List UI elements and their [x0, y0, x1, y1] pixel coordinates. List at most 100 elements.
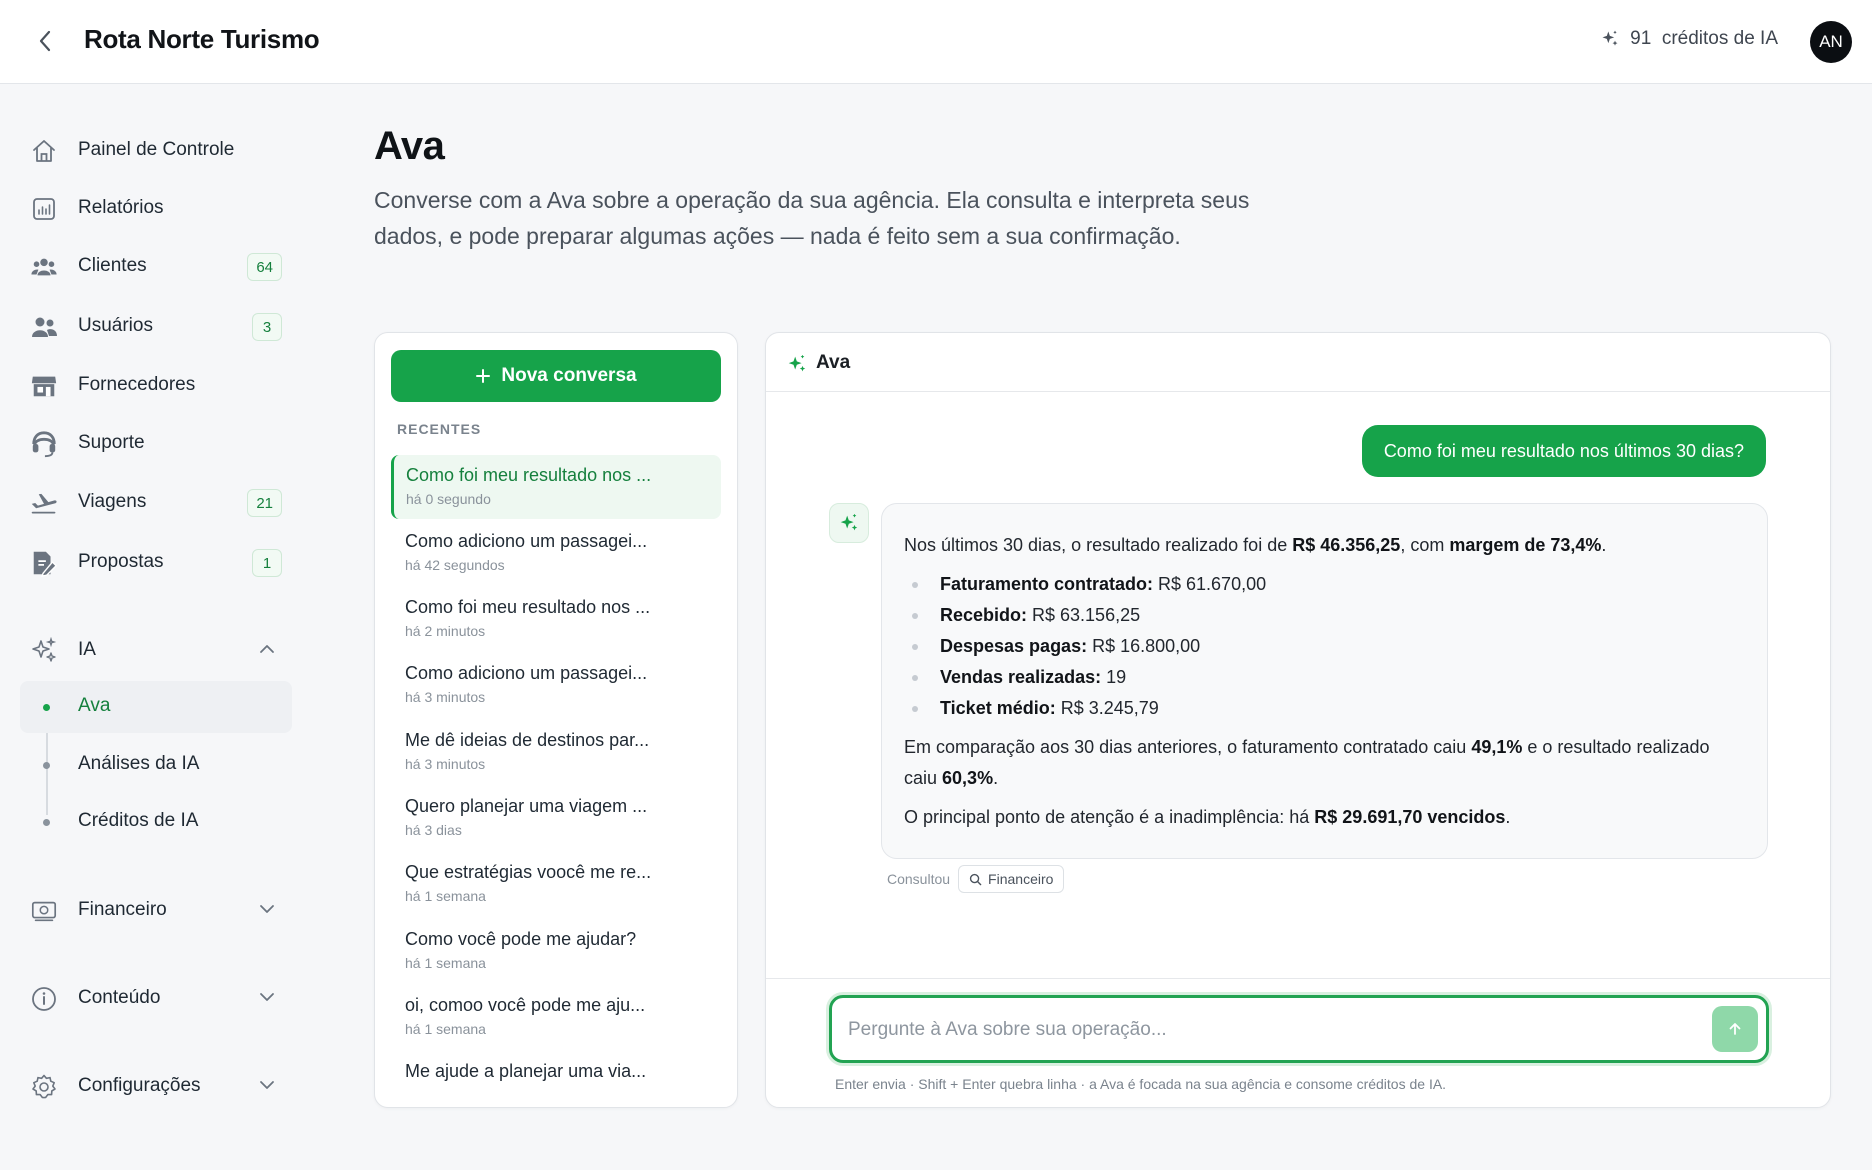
assistant-avatar	[829, 503, 869, 543]
sidebar-group-financial[interactable]: Financeiro	[20, 885, 292, 935]
chevron-down-icon	[258, 900, 276, 923]
chat-header-title: Ava	[816, 352, 851, 373]
sidebar-item-label: Suporte	[78, 432, 145, 453]
conversation-item[interactable]: Como você pode me ajudar? há 1 semana	[391, 919, 721, 983]
sidebar-item-suppliers[interactable]: Fornecedores	[20, 360, 292, 410]
conversation-title: Como adiciono um passagei...	[405, 663, 648, 683]
consulted-sources: Consultou Financeiro	[887, 865, 1065, 893]
reply-attention: O principal ponto de atenção é a inadimp…	[904, 802, 1745, 833]
metric-label: Vendas realizadas:	[940, 667, 1102, 687]
count-badge: 3	[252, 313, 282, 341]
sidebar-subitem-ai-analyses[interactable]: Análises da IA	[20, 739, 292, 791]
list-item: Faturamento contratado: R$ 61.670,00	[904, 569, 1745, 600]
sidebar-item-clients[interactable]: Clientes 64	[20, 241, 292, 291]
chat-composer: Enter envia · Shift + Enter quebra linha…	[766, 978, 1830, 1107]
plus-icon	[476, 369, 491, 383]
back-button[interactable]	[30, 26, 60, 56]
sidebar-group-label: Configurações	[78, 1075, 201, 1096]
page-title: Ava	[374, 124, 445, 168]
conversation-title: Que estratégias voocê me re...	[405, 862, 652, 882]
reply-comparison: Em comparação aos 30 dias anteriores, o …	[904, 732, 1745, 794]
sidebar-item-reports[interactable]: Relatórios	[20, 183, 292, 233]
sidebar-group-content[interactable]: Conteúdo	[20, 973, 292, 1023]
sparkles-icon	[786, 353, 808, 380]
ai-credits-indicator[interactable]: 91 créditos de IA	[1600, 28, 1778, 50]
list-item: Vendas realizadas: 19	[904, 662, 1745, 693]
money-icon	[30, 897, 58, 925]
sidebar-group-ia[interactable]: IA	[20, 625, 292, 675]
send-button[interactable]	[1712, 1006, 1758, 1052]
conversation-title: Quero planejar uma viagem ...	[405, 796, 648, 816]
conversation-title: Como adiciono um passagei...	[405, 531, 648, 551]
conversation-item[interactable]: Me dê ideias de destinos par... há 3 min…	[391, 720, 721, 784]
conversation-title: Como você pode me ajudar?	[405, 929, 637, 949]
metric-label: Despesas pagas:	[940, 636, 1088, 656]
gear-icon	[30, 1073, 58, 1101]
sidebar-item-proposals[interactable]: Propostas 1	[20, 537, 292, 587]
chevron-down-icon	[258, 1076, 276, 1099]
source-chip-label: Financeiro	[988, 871, 1054, 887]
metric-value: R$ 61.670,00	[1153, 574, 1267, 594]
composer-hint: Enter envia · Shift + Enter quebra linha…	[835, 1076, 1447, 1092]
conversation-title: Como foi meu resultado nos ...	[405, 597, 651, 617]
conversation-title: Me ajude a planejar uma via...	[405, 1061, 647, 1081]
chat-input-wrapper	[829, 995, 1769, 1063]
sidebar-item-label: Usuários	[78, 315, 153, 336]
reply-intro: Nos últimos 30 dias, o resultado realiza…	[904, 530, 1745, 561]
app-title: Rota Norte Turismo	[84, 24, 320, 54]
chat-header: Ava	[766, 333, 1830, 392]
reply-highlight: 60,3%	[942, 768, 994, 788]
clients-icon	[30, 253, 58, 281]
bullet-dot	[43, 704, 50, 711]
sidebar-subitem-ai-credits[interactable]: Créditos de IA	[20, 796, 292, 848]
sidebar-group-settings[interactable]: Configurações	[20, 1061, 292, 1111]
conversation-time: há 1 semana	[405, 955, 486, 971]
reply-text: .	[1601, 535, 1607, 555]
conversation-item[interactable]: Como foi meu resultado nos ... há 0 segu…	[391, 455, 721, 519]
conversation-time: há 42 segundos	[405, 557, 505, 573]
sidebar-subitem-label: Análises da IA	[78, 753, 200, 774]
sidebar-item-trips[interactable]: Viagens 21	[20, 477, 292, 527]
conversation-item[interactable]: Como adiciono um passagei... há 3 minuto…	[391, 653, 721, 717]
reply-highlight: 49,1%	[1471, 737, 1523, 757]
reply-metrics-list: Faturamento contratado: R$ 61.670,00 Rec…	[904, 569, 1745, 724]
users-icon	[30, 313, 58, 341]
store-icon	[30, 372, 58, 400]
conversation-time: há 3 dias	[405, 822, 462, 838]
reply-text: O principal ponto de atenção é a inadimp…	[904, 807, 1315, 827]
sidebar-item-label: Fornecedores	[78, 374, 196, 395]
chat-input[interactable]	[848, 1016, 1668, 1044]
metric-value: 19	[1101, 667, 1127, 687]
conversation-item[interactable]: Quero planejar uma viagem ... há 3 dias	[391, 786, 721, 850]
home-icon	[30, 137, 58, 165]
conversation-item[interactable]: Como adiciono um passagei... há 42 segun…	[391, 521, 721, 585]
reply-highlight: R$ 29.691,70 vencidos	[1314, 807, 1506, 827]
conversation-item[interactable]: oi, comoo você pode me aju... há 1 seman…	[391, 985, 721, 1049]
search-icon	[969, 873, 982, 885]
conversation-item[interactable]: Como foi meu resultado nos ... há 2 minu…	[391, 587, 721, 651]
sidebar: Painel de Controle Relatórios Clientes 6…	[0, 85, 300, 1170]
conversations-panel: Nova conversa RECENTES Como foi meu resu…	[374, 332, 738, 1108]
list-item: Ticket médio: R$ 3.245,79	[904, 693, 1745, 724]
sidebar-item-support[interactable]: Suporte	[20, 418, 292, 468]
avatar[interactable]: AN	[1810, 21, 1852, 63]
bullet-dot	[43, 819, 50, 826]
sparkles-icon	[1602, 30, 1618, 46]
conversation-item[interactable]: Que estratégias voocê me re... há 1 sema…	[391, 852, 721, 916]
chart-icon	[30, 195, 58, 223]
metric-label: Recebido:	[940, 605, 1028, 625]
source-chip-financial[interactable]: Financeiro	[958, 865, 1065, 893]
consulted-label: Consultou	[887, 871, 951, 887]
reply-text: , com	[1400, 535, 1450, 555]
sidebar-subitem-ava[interactable]: Ava	[20, 681, 292, 733]
new-conversation-button[interactable]: Nova conversa	[391, 350, 721, 402]
conversation-time: há 3 minutos	[405, 689, 486, 705]
headset-icon	[30, 430, 58, 458]
reply-text: Nos últimos 30 dias, o resultado realiza…	[904, 535, 1293, 555]
conversation-item[interactable]: Me ajude a planejar uma via...	[391, 1051, 721, 1107]
sidebar-item-dashboard[interactable]: Painel de Controle	[20, 125, 292, 175]
count-badge: 21	[247, 489, 282, 517]
conversation-time: há 1 semana	[405, 888, 486, 904]
reply-text: .	[1505, 807, 1511, 827]
sidebar-item-users[interactable]: Usuários 3	[20, 301, 292, 351]
